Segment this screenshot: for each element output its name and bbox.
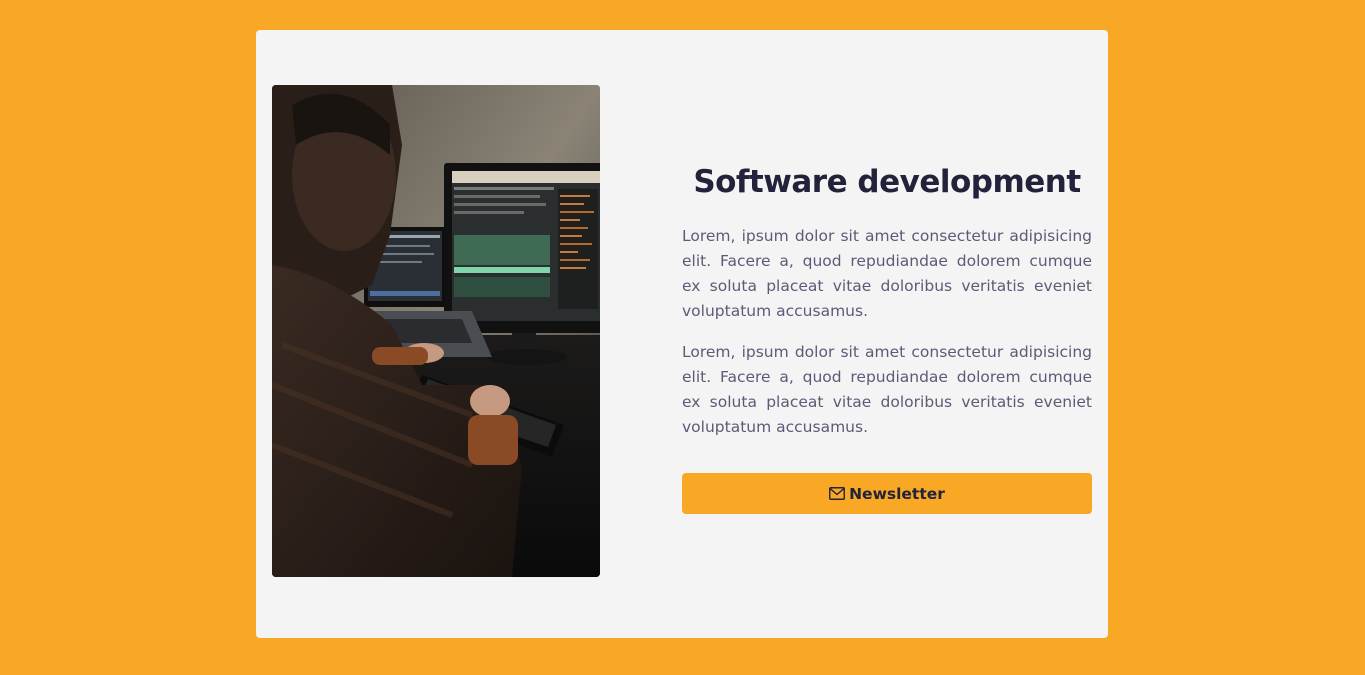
developer-photo [272, 85, 600, 577]
section-title: Software development [693, 164, 1081, 200]
newsletter-button[interactable]: Newsletter [682, 473, 1092, 514]
description-paragraph: Lorem, ipsum dolor sit amet consectetur … [682, 343, 1092, 436]
feature-content: Software development Lorem, ipsum dolor … [682, 160, 1092, 514]
description-paragraph: Lorem, ipsum dolor sit amet consectetur … [682, 227, 1092, 320]
newsletter-button-label: Newsletter [849, 484, 945, 503]
envelope-icon [829, 487, 846, 500]
feature-card: Software development Lorem, ipsum dolor … [256, 30, 1108, 638]
